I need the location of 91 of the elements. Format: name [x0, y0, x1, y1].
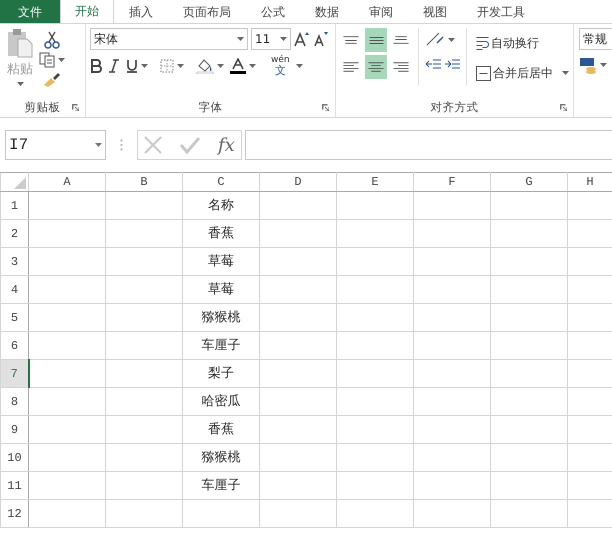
formula-input[interactable] — [244, 130, 612, 160]
caret-icon[interactable] — [141, 64, 148, 68]
bold-icon[interactable] — [90, 59, 102, 73]
table-cell: 车厘子 — [182, 332, 260, 360]
caret-icon[interactable] — [296, 64, 303, 68]
row-header[interactable]: 1 — [0, 192, 28, 220]
caret-icon[interactable] — [177, 64, 184, 68]
caret-icon[interactable] — [249, 64, 256, 68]
align-middle-button[interactable] — [365, 28, 387, 52]
merge-center-icon — [476, 66, 491, 80]
group-label: 字体 — [198, 100, 222, 114]
corner-triangle-icon — [14, 177, 26, 189]
wrap-text-icon — [476, 36, 489, 50]
align-center-button[interactable] — [365, 55, 387, 79]
caret-icon — [237, 37, 244, 41]
paste-icon[interactable] — [7, 28, 33, 58]
column-header[interactable]: H — [568, 172, 612, 192]
font-color-icon[interactable] — [230, 58, 246, 74]
row-header[interactable]: 2 — [0, 220, 28, 248]
name-box[interactable]: I7 — [5, 130, 106, 160]
dialog-launcher-icon[interactable] — [560, 104, 567, 111]
caret-icon[interactable] — [217, 64, 224, 68]
group-label: 对齐方式 — [430, 100, 478, 114]
ribbon-tab[interactable]: 开发工具 — [462, 0, 540, 23]
ribbon-tab[interactable]: 视图 — [408, 0, 462, 23]
row-header[interactable]: 4 — [0, 276, 28, 304]
table-cell: 名称 — [182, 192, 260, 220]
underline-icon[interactable] — [126, 59, 138, 73]
row-header[interactable]: 8 — [0, 388, 28, 416]
caret-icon[interactable] — [600, 63, 607, 67]
align-right-icon — [393, 62, 409, 72]
row-header[interactable]: 5 — [0, 304, 28, 332]
borders-icon[interactable] — [160, 59, 174, 73]
table-cell: 哈密瓜 — [182, 388, 260, 416]
table-cell: 香蕉 — [182, 416, 260, 444]
wrap-text-button[interactable]: 自动换行 — [473, 31, 569, 55]
number-format-field[interactable]: 常规 — [579, 28, 612, 50]
group-label: 剪贴板 — [24, 100, 60, 114]
table-cell: 草莓 — [182, 276, 260, 304]
row-header[interactable]: 11 — [0, 472, 28, 500]
ribbon-tab[interactable]: 开始 — [60, 0, 114, 23]
ribbon-tab[interactable]: 公式 — [246, 0, 300, 23]
align-top-icon — [343, 36, 359, 44]
column-header[interactable]: A — [28, 172, 106, 192]
currency-format-icon[interactable] — [579, 56, 597, 74]
align-left-icon — [343, 62, 359, 72]
merge-center-button[interactable]: 合并后居中 — [473, 61, 556, 85]
column-header[interactable]: F — [414, 172, 490, 192]
shrink-font-icon[interactable] — [313, 31, 329, 47]
table-cell: 猕猴桃 — [182, 444, 260, 472]
ribbon-tab[interactable]: 页面布局 — [168, 0, 246, 23]
column-header[interactable]: D — [260, 172, 336, 192]
caret-icon — [280, 37, 287, 41]
table-cell: 猕猴桃 — [182, 304, 260, 332]
insert-function-button[interactable]: fx — [218, 133, 235, 157]
row-header[interactable]: 12 — [0, 500, 28, 528]
font-name-field[interactable]: 宋体 — [90, 28, 248, 50]
table-cell: 车厘子 — [182, 472, 260, 500]
row-header[interactable]: 9 — [0, 416, 28, 444]
caret-icon[interactable] — [562, 71, 569, 75]
font-size-field[interactable]: 11 — [251, 28, 291, 50]
ribbon-tab[interactable]: 文件 — [0, 0, 60, 23]
ribbon-tab[interactable]: 审阅 — [354, 0, 408, 23]
row-header[interactable]: 10 — [0, 444, 28, 472]
table-cell: 梨子 — [182, 360, 260, 388]
table-cell: 香蕉 — [182, 220, 260, 248]
caret-icon[interactable] — [16, 82, 24, 86]
table-cell: 草莓 — [182, 248, 260, 276]
grip-icon — [120, 139, 123, 151]
copy-icon[interactable] — [39, 52, 55, 68]
caret-icon[interactable] — [448, 38, 455, 42]
caret-icon[interactable] — [58, 58, 65, 62]
grow-font-icon[interactable] — [294, 31, 310, 47]
dialog-launcher-icon[interactable] — [72, 104, 79, 111]
align-middle-icon — [368, 36, 384, 44]
column-header[interactable]: C — [182, 172, 260, 192]
fill-color-icon[interactable] — [196, 58, 214, 74]
ribbon-tab[interactable]: 插入 — [114, 0, 168, 23]
align-bottom-icon — [393, 36, 409, 44]
caret-icon — [95, 143, 102, 147]
phonetic-button[interactable]: wén 文 — [268, 56, 293, 76]
column-header[interactable]: G — [490, 172, 568, 192]
align-center-icon — [368, 62, 384, 72]
italic-icon[interactable] — [108, 59, 120, 73]
check-icon[interactable] — [180, 136, 200, 154]
row-header[interactable]: 7 — [0, 360, 28, 388]
ribbon-tab[interactable]: 数据 — [300, 0, 354, 23]
dialog-launcher-icon[interactable] — [322, 104, 329, 111]
column-header[interactable]: E — [336, 172, 414, 192]
row-header[interactable]: 3 — [0, 248, 28, 276]
column-header[interactable]: B — [106, 172, 182, 192]
